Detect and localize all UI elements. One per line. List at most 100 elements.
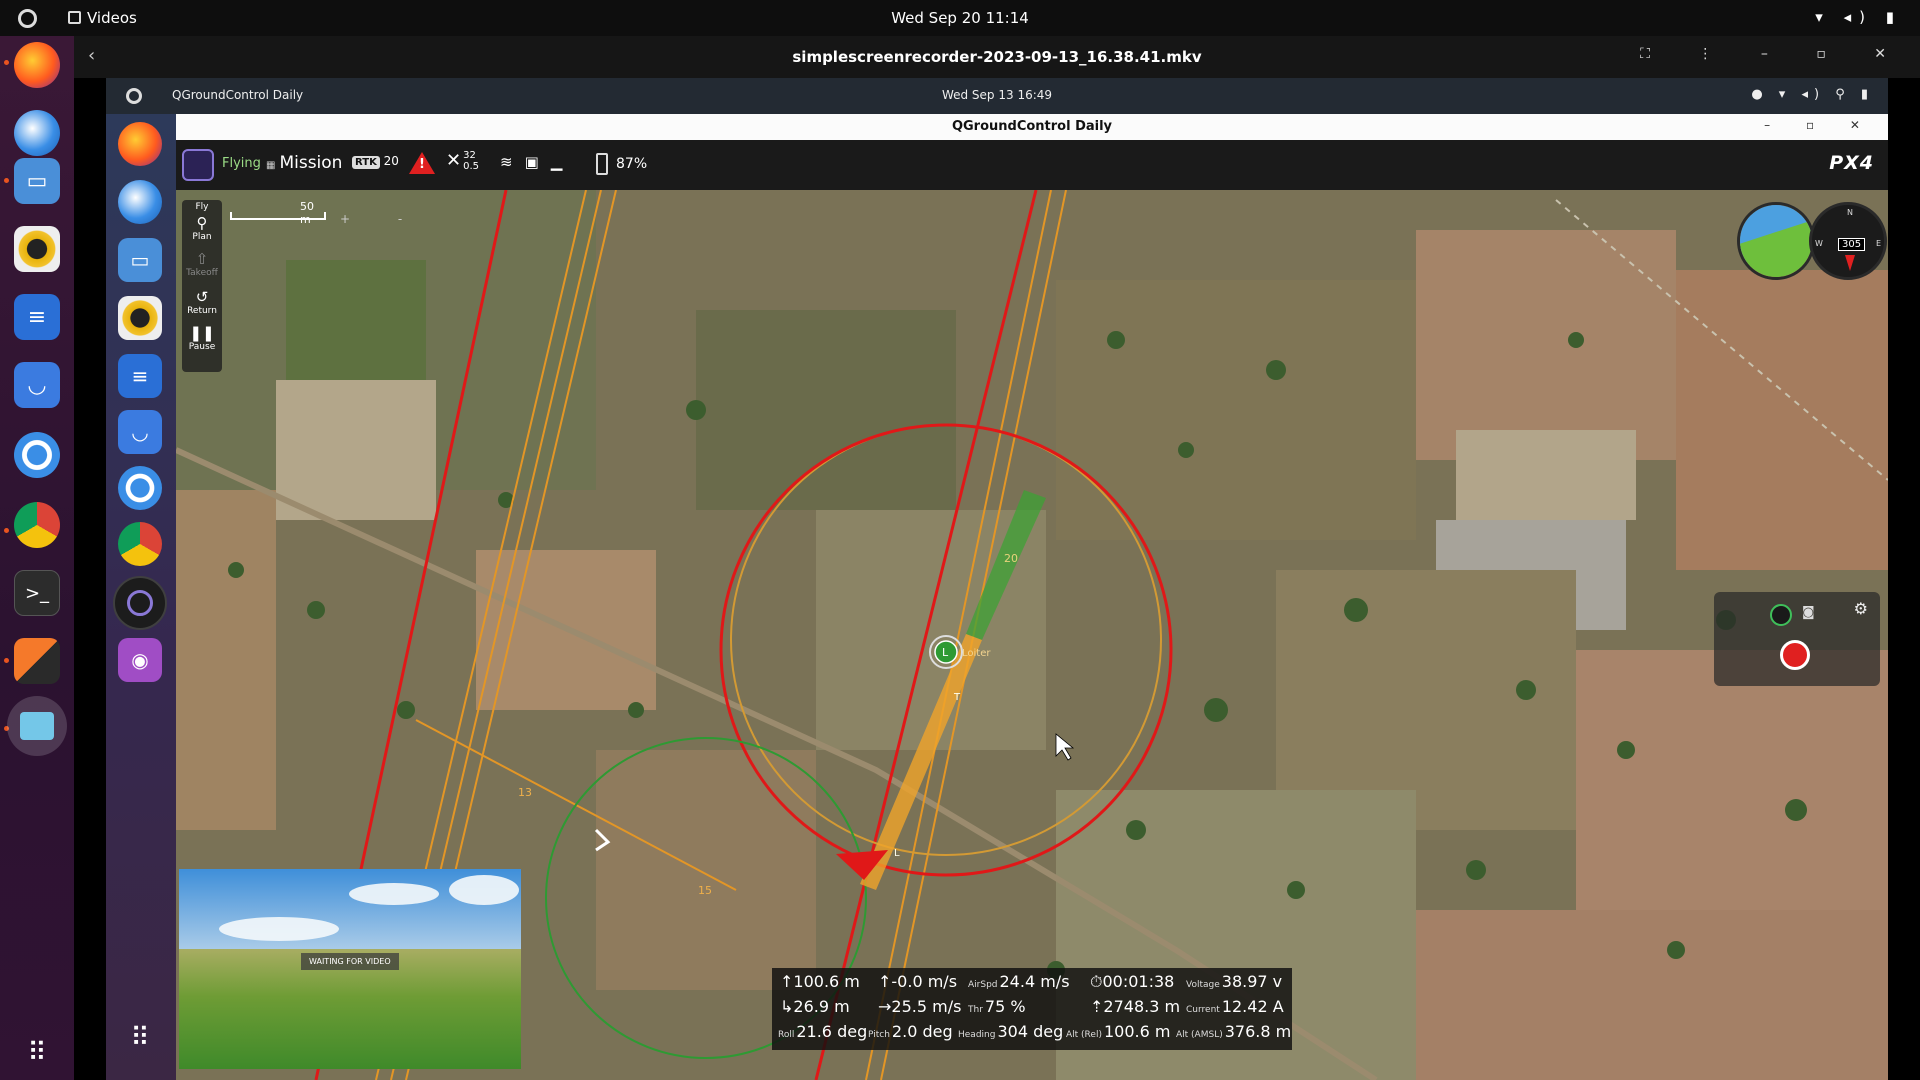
qgc-window-title: QGroundControl Daily [951, 119, 1113, 134]
telemetry-icon: ≋ [500, 153, 525, 171]
record-button[interactable] [1780, 640, 1810, 670]
running-indicator [4, 528, 9, 533]
blender-icon[interactable] [14, 638, 60, 684]
map-field [1416, 230, 1676, 460]
return-label: Return [187, 306, 217, 316]
files-icon[interactable]: ▭ [14, 158, 60, 204]
running-indicator [4, 60, 9, 65]
tree [1344, 598, 1368, 622]
software-center-icon[interactable]: ◡ [14, 362, 60, 408]
telemetry-flight-time: ⏱00:01:38 [1090, 972, 1175, 991]
recorded-show-apps-icon: ⠿ [130, 1023, 150, 1053]
system-top-bar: Videos Wed Sep 20 11:14 ▾ ◂) ▮ [0, 0, 1920, 36]
recorded-top-bar: QGroundControl Daily Wed Sep 13 16:49 ● … [106, 78, 1888, 114]
battery-icon [596, 153, 608, 175]
tree [1178, 442, 1194, 458]
flight-mode-selector: ▦ Mission [266, 153, 342, 173]
tree [1126, 820, 1146, 840]
fly-toolstrip: Fly ⚲ Plan ⇧ Takeoff ↺ Return ❚❚ Pause [182, 200, 222, 372]
attitude-indicator [1737, 202, 1815, 280]
recorded-thunderbird-icon [118, 180, 162, 224]
system-clock[interactable]: Wed Sep 20 11:14 [0, 9, 1920, 27]
signal-icon: ▁ [550, 153, 575, 171]
takeoff-icon: ⇧ [195, 250, 209, 268]
map-field [1576, 650, 1888, 930]
video-mode-button[interactable] [1770, 604, 1792, 626]
map-field [1676, 270, 1888, 570]
plan-button[interactable]: ⚲ Plan [182, 214, 222, 242]
map-field [286, 260, 426, 380]
telemetry-climb-rate: ↑-0.0 m/s [878, 972, 958, 991]
rc-telemetry-indicators: ≋▣▁ [500, 153, 574, 171]
heading-pointer-icon [1845, 255, 1855, 271]
map-field [1416, 910, 1888, 1080]
px4-logo: PX4 [1829, 152, 1874, 174]
scale-label: 50 m [300, 200, 314, 226]
rtk-count: 20 [383, 154, 399, 168]
system-tray[interactable]: ▾ ◂) ▮ [1815, 8, 1902, 26]
battery-percent: 87% [616, 156, 648, 172]
help-icon[interactable] [14, 432, 60, 478]
recorded-software-icon: ◡ [118, 410, 162, 454]
map-field [1456, 430, 1636, 520]
map-field [696, 310, 956, 510]
qgc-logo-icon [182, 149, 214, 181]
camera-settings-gear-icon[interactable]: ⚙ [1854, 599, 1868, 618]
chrome-icon[interactable] [14, 502, 60, 548]
t-label: T [953, 692, 961, 703]
recorded-clock: Wed Sep 13 16:49 [941, 88, 1053, 102]
waypoint-15-label: 15 [698, 884, 712, 897]
recorded-help-icon [118, 466, 162, 510]
takeoff-button[interactable]: ⇧ Takeoff [182, 250, 222, 278]
pause-button[interactable]: ❚❚ Pause [182, 324, 222, 352]
warning-icon: ! [409, 152, 435, 174]
rc-icon: ▣ [524, 153, 551, 171]
telemetry-altitude: ↑100.6 m [780, 972, 860, 991]
photo-mode-icon[interactable]: ◙ [1802, 605, 1815, 620]
tree [1107, 331, 1125, 349]
recorded-firefox-icon [118, 122, 162, 166]
pip-cloud [349, 883, 439, 905]
video-player-window: ‹ simplescreenrecorder-2023-09-13_16.38.… [74, 36, 1920, 1080]
rhythmbox-icon[interactable] [14, 226, 60, 272]
tree [307, 601, 325, 619]
plan-icon: ⚲ [196, 214, 208, 232]
return-button[interactable]: ↺ Return [182, 288, 222, 316]
pip-cloud [219, 917, 339, 941]
gps-hdop: 0.5 [463, 161, 479, 172]
window-controls[interactable]: ⛶ ⋮ – ▫ ✕ [1640, 46, 1908, 62]
tree [1204, 698, 1228, 722]
return-icon: ↺ [195, 288, 209, 306]
gps-indicator: ✕ 32 0.5 [446, 150, 479, 172]
video-pip[interactable]: WAITING FOR VIDEO [179, 869, 521, 1069]
l-label: L [894, 848, 900, 859]
tree [1516, 680, 1536, 700]
compass-heading: 305 [1838, 238, 1866, 251]
pip-cloud [449, 875, 519, 905]
qgc-window-controls: – ▫ ✕ [1764, 118, 1876, 132]
running-indicator [4, 658, 9, 663]
terminal-icon[interactable]: >_ [14, 570, 60, 616]
show-apps-icon[interactable]: ⠿ [14, 1030, 60, 1076]
thunderbird-icon[interactable] [14, 110, 60, 156]
gps-sats: 32 [463, 150, 476, 161]
telemetry-alt-rel: Alt (Rel) 100.6 m [1066, 1022, 1171, 1041]
recorded-chrome-icon [118, 522, 162, 566]
takeoff-label: Takeoff [186, 268, 218, 278]
tree [1466, 860, 1486, 880]
telemetry-distance: ↳26.9 m [780, 997, 850, 1016]
video-player-titlebar: ‹ simplescreenrecorder-2023-09-13_16.38.… [74, 36, 1920, 78]
telemetry-pitch: Pitch 2.0 deg [868, 1022, 953, 1041]
telemetry-roll: Roll 21.6 deg [778, 1022, 868, 1041]
recorded-app-icon: ◉ [118, 638, 162, 682]
tree [628, 702, 644, 718]
videos-icon[interactable] [7, 696, 67, 756]
compass-n: N [1847, 208, 1853, 217]
writer-icon[interactable]: ≡ [14, 294, 60, 340]
telemetry-voltage: Voltage 38.97 v [1186, 972, 1283, 991]
firefox-icon[interactable] [14, 42, 60, 88]
tree [1785, 799, 1807, 821]
zoom-controls[interactable]: + - [340, 212, 424, 226]
flight-mode-icon: ▦ [266, 160, 276, 171]
qgc-titlebar: QGroundControl Daily – ▫ ✕ [176, 114, 1888, 140]
